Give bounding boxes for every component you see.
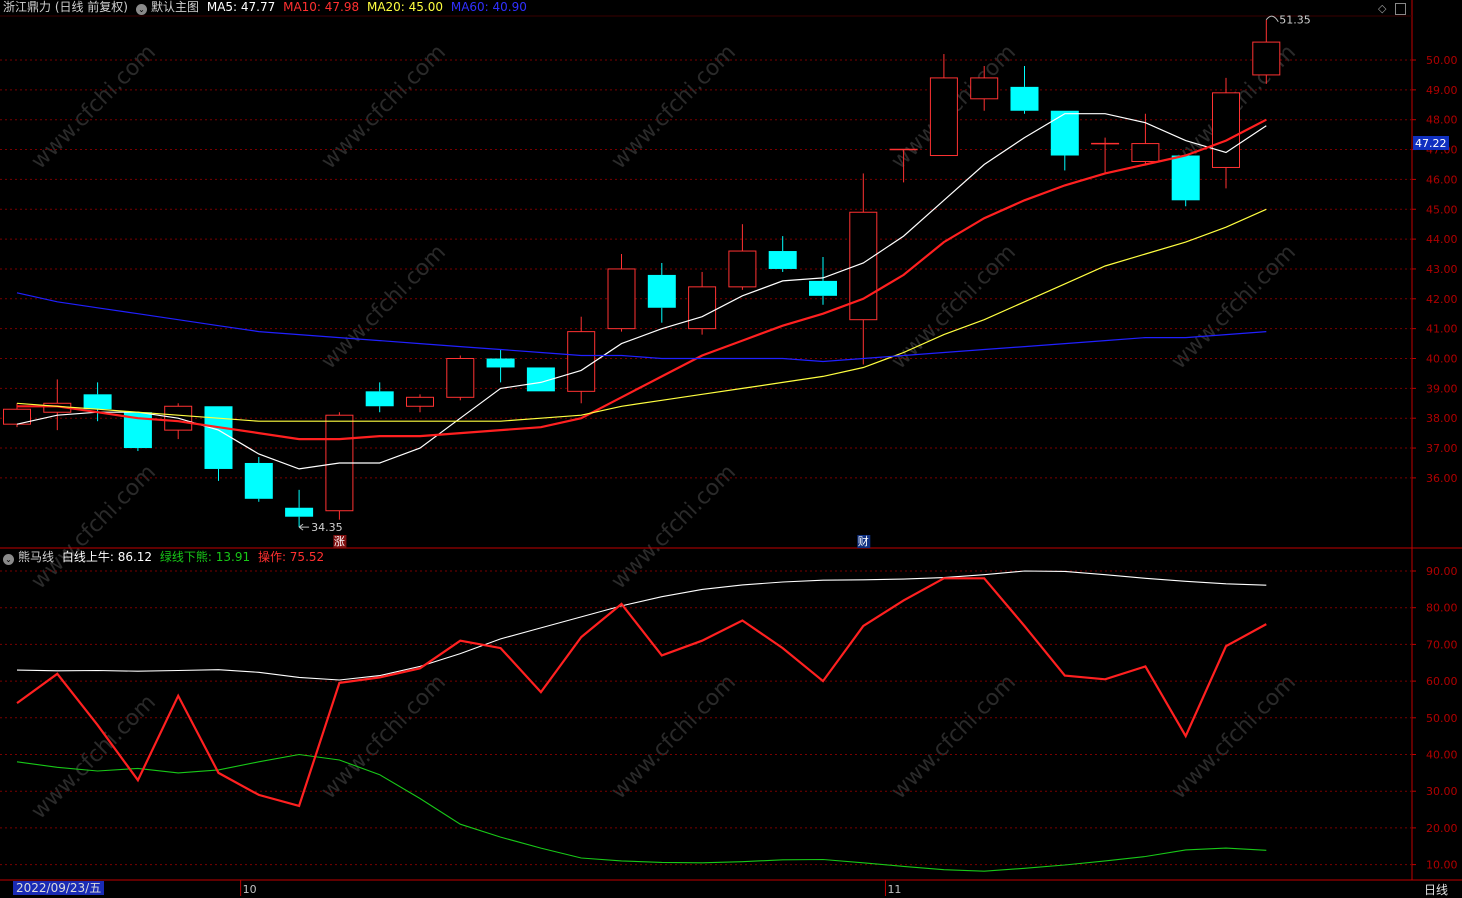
indicator-tick-label: 20.00 bbox=[1426, 822, 1458, 835]
white-line-label: 白线上牛: 86.12 bbox=[61, 550, 153, 564]
max-arrow bbox=[1265, 15, 1279, 22]
price-tick-label: 48.00 bbox=[1426, 114, 1458, 127]
candle-body-up bbox=[688, 286, 717, 330]
indicator-menu-icon[interactable]: ⌄ bbox=[3, 554, 14, 565]
candle-body-down bbox=[204, 406, 233, 469]
indicator-tick-label: 90.00 bbox=[1426, 565, 1458, 578]
indicator-tick-label: 30.00 bbox=[1426, 785, 1458, 798]
indicator-tick-label: 80.00 bbox=[1426, 602, 1458, 615]
price-tick-label: 40.00 bbox=[1426, 353, 1458, 366]
cursor-date: 2022/09/23/五 bbox=[13, 881, 105, 895]
ma-line-ma60 bbox=[16, 292, 1267, 363]
stock-chart[interactable]: www.cfchi.com www.cfchi.com www.cfchi.com w… bbox=[0, 0, 1462, 898]
candle-body-down bbox=[1171, 155, 1200, 201]
indicator-tick-label: 10.00 bbox=[1426, 859, 1458, 872]
price-tick-label: 36.00 bbox=[1426, 472, 1458, 485]
ma5-label: MA5: 47.77 bbox=[206, 0, 276, 14]
watermark-text: www.cfchi.com bbox=[607, 670, 741, 804]
ma-line-ma20 bbox=[16, 208, 1267, 422]
price-tick-label: 43.00 bbox=[1426, 263, 1458, 276]
candle-body-up bbox=[1131, 143, 1160, 162]
month-label: 10 bbox=[243, 883, 257, 896]
price-tick-label: 50.00 bbox=[1426, 54, 1458, 67]
candle-body-down bbox=[486, 358, 515, 368]
main-chart-header: 浙江鼎力 (日线 前复权) ⌄ 默认主图 MA5: 47.77 MA10: 47.9… bbox=[3, 0, 531, 15]
min-price-label: 34.35 bbox=[311, 521, 343, 534]
candle-body-down bbox=[83, 394, 112, 410]
price-tick-label: 37.00 bbox=[1426, 442, 1458, 455]
candle-body-down bbox=[809, 280, 837, 296]
candle-body-up bbox=[607, 268, 636, 330]
green-line-label: 绿线下熊: 13.91 bbox=[159, 550, 251, 564]
candle-body-up bbox=[728, 250, 757, 288]
price-tick-label: 39.00 bbox=[1426, 382, 1458, 395]
price-tick-label: 46.00 bbox=[1426, 173, 1458, 186]
candle-body-down bbox=[647, 274, 676, 308]
min-arrow bbox=[298, 523, 310, 531]
ma10-label: MA10: 47.98 bbox=[283, 0, 360, 14]
candle-body-up bbox=[406, 396, 434, 407]
candle-body-up bbox=[567, 331, 596, 392]
chart-menu-icon[interactable]: ⌄ bbox=[136, 4, 147, 15]
price-tick-label: 44.00 bbox=[1426, 233, 1458, 246]
ma20-label: MA20: 45.00 bbox=[366, 0, 444, 14]
indicator-tick-label: 50.00 bbox=[1426, 712, 1458, 725]
ma-line-ma5 bbox=[16, 113, 1267, 470]
window-toggle-icon[interactable] bbox=[1395, 3, 1406, 15]
candle-body-up bbox=[1252, 41, 1281, 76]
watermark-text: www.cfchi.com bbox=[887, 670, 1021, 804]
candle-body-down bbox=[244, 462, 273, 499]
indicator-tick-label: 70.00 bbox=[1426, 638, 1458, 651]
operate-label: 操作: 75.52 bbox=[257, 550, 325, 564]
price-tick-label: 38.00 bbox=[1426, 412, 1458, 425]
watermark-text: www.cfchi.com bbox=[27, 460, 161, 594]
price-tick-label: 49.00 bbox=[1426, 84, 1458, 97]
price-tick-label: 41.00 bbox=[1426, 323, 1458, 336]
candle-body-up bbox=[929, 77, 958, 157]
price-tick-label: 45.00 bbox=[1426, 203, 1458, 216]
watermark-text: www.cfchi.com bbox=[317, 240, 451, 374]
candle-body-down bbox=[1050, 110, 1079, 156]
period-label[interactable]: 日线 bbox=[1424, 881, 1448, 898]
candle-body-down bbox=[1010, 86, 1039, 111]
indicator-tick-label: 40.00 bbox=[1426, 749, 1458, 762]
diamond-icon[interactable]: ◇ bbox=[1378, 2, 1386, 15]
month-label: 11 bbox=[887, 883, 901, 896]
main-chart-label[interactable]: 默认主图 bbox=[151, 0, 199, 14]
indicator-line-white bbox=[16, 570, 1267, 681]
watermark-text: www.cfchi.com bbox=[1167, 240, 1301, 374]
watermark-text: www.cfchi.com bbox=[27, 690, 161, 824]
candle-body-down bbox=[285, 507, 314, 517]
indicator-name[interactable]: 熊马线 bbox=[18, 550, 54, 564]
ma-line-ma10 bbox=[17, 118, 1267, 441]
indicator-tick-label: 60.00 bbox=[1426, 675, 1458, 688]
stock-title[interactable]: 浙江鼎力 (日线 前复权) bbox=[3, 0, 128, 14]
candle-body-up bbox=[1212, 92, 1240, 168]
watermark-text: www.cfchi.com bbox=[887, 240, 1021, 374]
price-tick-label: 42.00 bbox=[1426, 293, 1458, 306]
event-mark-label: 涨 bbox=[334, 535, 345, 548]
candle-body-up bbox=[446, 358, 475, 398]
current-price-label: 47.22 bbox=[1415, 137, 1447, 150]
candle-body-up bbox=[970, 77, 999, 100]
watermark-text: www.cfchi.com bbox=[607, 460, 741, 594]
watermark-text: www.cfchi.com bbox=[1167, 670, 1301, 804]
event-mark-label: 财 bbox=[858, 534, 869, 548]
max-price-label: 51.35 bbox=[1279, 14, 1311, 27]
candle-body-down bbox=[365, 391, 394, 407]
candle-body-down bbox=[768, 251, 797, 269]
ma60-label: MA60: 40.90 bbox=[450, 0, 527, 14]
indicator-header: ⌄ 熊马线 白线上牛: 86.12 绿线下熊: 13.91 操作: 75.52 bbox=[3, 550, 328, 565]
